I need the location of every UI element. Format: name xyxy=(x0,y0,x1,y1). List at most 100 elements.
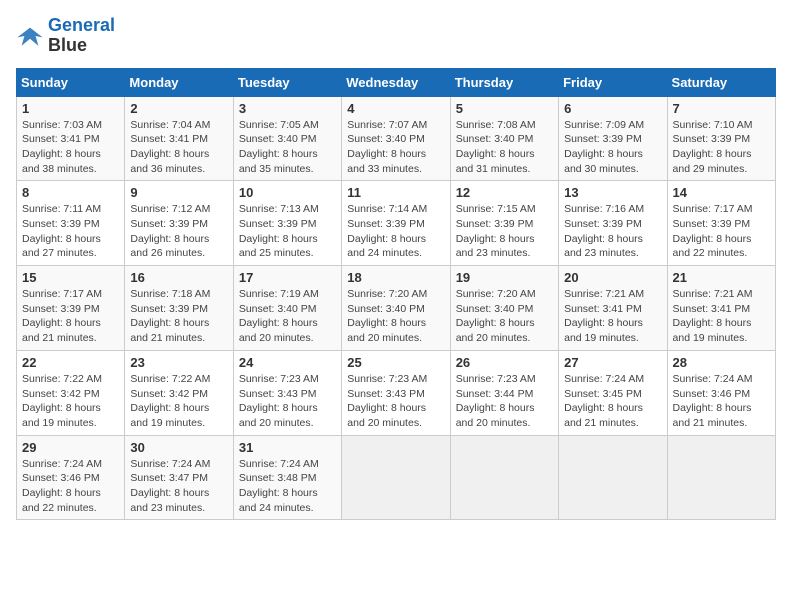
day-info: Sunrise: 7:20 AM Sunset: 3:40 PM Dayligh… xyxy=(347,287,444,346)
day-info: Sunrise: 7:13 AM Sunset: 3:39 PM Dayligh… xyxy=(239,202,336,261)
day-number: 31 xyxy=(239,440,336,455)
day-number: 29 xyxy=(22,440,119,455)
calendar-cell xyxy=(559,435,667,520)
calendar-cell: 27 Sunrise: 7:24 AM Sunset: 3:45 PM Dayl… xyxy=(559,350,667,435)
day-number: 22 xyxy=(22,355,119,370)
calendar-table: SundayMondayTuesdayWednesdayThursdayFrid… xyxy=(16,68,776,521)
calendar-cell: 15 Sunrise: 7:17 AM Sunset: 3:39 PM Dayl… xyxy=(17,266,125,351)
calendar-cell: 19 Sunrise: 7:20 AM Sunset: 3:40 PM Dayl… xyxy=(450,266,558,351)
calendar-cell: 11 Sunrise: 7:14 AM Sunset: 3:39 PM Dayl… xyxy=(342,181,450,266)
logo-bird-icon xyxy=(16,22,44,50)
calendar-cell: 4 Sunrise: 7:07 AM Sunset: 3:40 PM Dayli… xyxy=(342,96,450,181)
day-number: 18 xyxy=(347,270,444,285)
day-number: 1 xyxy=(22,101,119,116)
calendar-cell: 7 Sunrise: 7:10 AM Sunset: 3:39 PM Dayli… xyxy=(667,96,775,181)
calendar-cell: 1 Sunrise: 7:03 AM Sunset: 3:41 PM Dayli… xyxy=(17,96,125,181)
day-info: Sunrise: 7:08 AM Sunset: 3:40 PM Dayligh… xyxy=(456,118,553,177)
day-number: 14 xyxy=(673,185,770,200)
weekday-header-friday: Friday xyxy=(559,68,667,96)
weekday-header-sunday: Sunday xyxy=(17,68,125,96)
calendar-cell: 23 Sunrise: 7:22 AM Sunset: 3:42 PM Dayl… xyxy=(125,350,233,435)
day-number: 21 xyxy=(673,270,770,285)
calendar-cell: 10 Sunrise: 7:13 AM Sunset: 3:39 PM Dayl… xyxy=(233,181,341,266)
weekday-header-thursday: Thursday xyxy=(450,68,558,96)
calendar-cell: 24 Sunrise: 7:23 AM Sunset: 3:43 PM Dayl… xyxy=(233,350,341,435)
day-number: 26 xyxy=(456,355,553,370)
calendar-cell: 3 Sunrise: 7:05 AM Sunset: 3:40 PM Dayli… xyxy=(233,96,341,181)
day-info: Sunrise: 7:05 AM Sunset: 3:40 PM Dayligh… xyxy=(239,118,336,177)
day-info: Sunrise: 7:14 AM Sunset: 3:39 PM Dayligh… xyxy=(347,202,444,261)
calendar-cell: 29 Sunrise: 7:24 AM Sunset: 3:46 PM Dayl… xyxy=(17,435,125,520)
day-number: 28 xyxy=(673,355,770,370)
day-number: 24 xyxy=(239,355,336,370)
calendar-cell: 26 Sunrise: 7:23 AM Sunset: 3:44 PM Dayl… xyxy=(450,350,558,435)
day-number: 9 xyxy=(130,185,227,200)
day-number: 25 xyxy=(347,355,444,370)
day-info: Sunrise: 7:24 AM Sunset: 3:45 PM Dayligh… xyxy=(564,372,661,431)
day-number: 10 xyxy=(239,185,336,200)
day-number: 20 xyxy=(564,270,661,285)
calendar-cell: 25 Sunrise: 7:23 AM Sunset: 3:43 PM Dayl… xyxy=(342,350,450,435)
day-number: 2 xyxy=(130,101,227,116)
day-info: Sunrise: 7:22 AM Sunset: 3:42 PM Dayligh… xyxy=(130,372,227,431)
day-info: Sunrise: 7:21 AM Sunset: 3:41 PM Dayligh… xyxy=(564,287,661,346)
weekday-header-tuesday: Tuesday xyxy=(233,68,341,96)
page-header: GeneralBlue xyxy=(16,16,776,56)
day-number: 6 xyxy=(564,101,661,116)
calendar-cell: 31 Sunrise: 7:24 AM Sunset: 3:48 PM Dayl… xyxy=(233,435,341,520)
day-info: Sunrise: 7:20 AM Sunset: 3:40 PM Dayligh… xyxy=(456,287,553,346)
calendar-week-5: 29 Sunrise: 7:24 AM Sunset: 3:46 PM Dayl… xyxy=(17,435,776,520)
day-info: Sunrise: 7:17 AM Sunset: 3:39 PM Dayligh… xyxy=(673,202,770,261)
weekday-header-wednesday: Wednesday xyxy=(342,68,450,96)
day-number: 23 xyxy=(130,355,227,370)
day-info: Sunrise: 7:18 AM Sunset: 3:39 PM Dayligh… xyxy=(130,287,227,346)
day-number: 3 xyxy=(239,101,336,116)
day-number: 12 xyxy=(456,185,553,200)
day-info: Sunrise: 7:16 AM Sunset: 3:39 PM Dayligh… xyxy=(564,202,661,261)
day-info: Sunrise: 7:04 AM Sunset: 3:41 PM Dayligh… xyxy=(130,118,227,177)
day-info: Sunrise: 7:07 AM Sunset: 3:40 PM Dayligh… xyxy=(347,118,444,177)
day-info: Sunrise: 7:15 AM Sunset: 3:39 PM Dayligh… xyxy=(456,202,553,261)
calendar-cell: 5 Sunrise: 7:08 AM Sunset: 3:40 PM Dayli… xyxy=(450,96,558,181)
calendar-cell: 22 Sunrise: 7:22 AM Sunset: 3:42 PM Dayl… xyxy=(17,350,125,435)
calendar-week-2: 8 Sunrise: 7:11 AM Sunset: 3:39 PM Dayli… xyxy=(17,181,776,266)
calendar-cell: 20 Sunrise: 7:21 AM Sunset: 3:41 PM Dayl… xyxy=(559,266,667,351)
logo-text: GeneralBlue xyxy=(48,16,115,56)
calendar-week-1: 1 Sunrise: 7:03 AM Sunset: 3:41 PM Dayli… xyxy=(17,96,776,181)
calendar-cell: 28 Sunrise: 7:24 AM Sunset: 3:46 PM Dayl… xyxy=(667,350,775,435)
day-number: 27 xyxy=(564,355,661,370)
calendar-cell: 12 Sunrise: 7:15 AM Sunset: 3:39 PM Dayl… xyxy=(450,181,558,266)
day-info: Sunrise: 7:10 AM Sunset: 3:39 PM Dayligh… xyxy=(673,118,770,177)
day-info: Sunrise: 7:23 AM Sunset: 3:43 PM Dayligh… xyxy=(239,372,336,431)
calendar-cell: 17 Sunrise: 7:19 AM Sunset: 3:40 PM Dayl… xyxy=(233,266,341,351)
day-info: Sunrise: 7:19 AM Sunset: 3:40 PM Dayligh… xyxy=(239,287,336,346)
day-info: Sunrise: 7:21 AM Sunset: 3:41 PM Dayligh… xyxy=(673,287,770,346)
calendar-week-4: 22 Sunrise: 7:22 AM Sunset: 3:42 PM Dayl… xyxy=(17,350,776,435)
day-number: 4 xyxy=(347,101,444,116)
day-number: 5 xyxy=(456,101,553,116)
calendar-cell: 9 Sunrise: 7:12 AM Sunset: 3:39 PM Dayli… xyxy=(125,181,233,266)
calendar-cell: 21 Sunrise: 7:21 AM Sunset: 3:41 PM Dayl… xyxy=(667,266,775,351)
day-info: Sunrise: 7:24 AM Sunset: 3:46 PM Dayligh… xyxy=(22,457,119,516)
day-number: 19 xyxy=(456,270,553,285)
calendar-header: SundayMondayTuesdayWednesdayThursdayFrid… xyxy=(17,68,776,96)
day-number: 16 xyxy=(130,270,227,285)
calendar-cell xyxy=(342,435,450,520)
day-info: Sunrise: 7:12 AM Sunset: 3:39 PM Dayligh… xyxy=(130,202,227,261)
weekday-header-monday: Monday xyxy=(125,68,233,96)
day-number: 8 xyxy=(22,185,119,200)
day-number: 17 xyxy=(239,270,336,285)
calendar-cell: 14 Sunrise: 7:17 AM Sunset: 3:39 PM Dayl… xyxy=(667,181,775,266)
calendar-cell: 18 Sunrise: 7:20 AM Sunset: 3:40 PM Dayl… xyxy=(342,266,450,351)
calendar-week-3: 15 Sunrise: 7:17 AM Sunset: 3:39 PM Dayl… xyxy=(17,266,776,351)
day-number: 30 xyxy=(130,440,227,455)
day-info: Sunrise: 7:11 AM Sunset: 3:39 PM Dayligh… xyxy=(22,202,119,261)
day-info: Sunrise: 7:24 AM Sunset: 3:46 PM Dayligh… xyxy=(673,372,770,431)
calendar-cell: 16 Sunrise: 7:18 AM Sunset: 3:39 PM Dayl… xyxy=(125,266,233,351)
day-number: 13 xyxy=(564,185,661,200)
calendar-cell xyxy=(667,435,775,520)
day-info: Sunrise: 7:03 AM Sunset: 3:41 PM Dayligh… xyxy=(22,118,119,177)
calendar-cell: 13 Sunrise: 7:16 AM Sunset: 3:39 PM Dayl… xyxy=(559,181,667,266)
day-info: Sunrise: 7:22 AM Sunset: 3:42 PM Dayligh… xyxy=(22,372,119,431)
day-info: Sunrise: 7:17 AM Sunset: 3:39 PM Dayligh… xyxy=(22,287,119,346)
